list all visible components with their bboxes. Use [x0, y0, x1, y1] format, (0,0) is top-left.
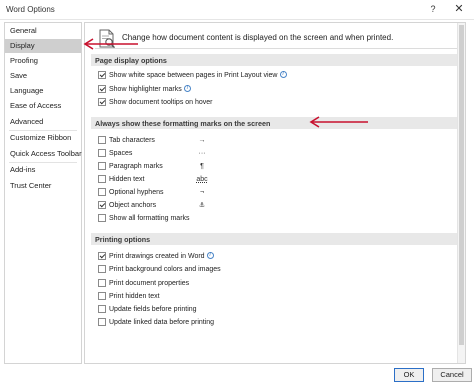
close-button[interactable]: ✕	[452, 2, 466, 16]
hidden-text-mark-icon: abc	[196, 176, 208, 183]
anchor-icon: ⚓	[198, 202, 206, 209]
ok-button[interactable]: OK	[394, 368, 424, 382]
section-header-page-display: Page display options	[91, 54, 459, 66]
checkbox[interactable]	[98, 98, 106, 106]
checkbox[interactable]	[98, 175, 106, 183]
checkbox[interactable]	[98, 318, 106, 326]
window-title: Word Options	[6, 5, 55, 14]
checkbox[interactable]	[98, 265, 106, 273]
content-panel: Change how document content is displayed…	[84, 22, 466, 364]
sidebar-item-add-ins[interactable]: Add-ins	[5, 163, 81, 177]
sidebar-item-language[interactable]: Language	[5, 84, 81, 98]
checkbox[interactable]	[98, 136, 106, 144]
checkbox[interactable]	[98, 188, 106, 196]
section-header-formatting-marks: Always show these formatting marks on th…	[91, 117, 459, 129]
option-label: Object anchors	[109, 202, 157, 209]
info-icon[interactable]: i	[183, 85, 191, 92]
checkbox[interactable]	[98, 149, 106, 157]
sidebar-item-save[interactable]: Save	[5, 69, 81, 83]
checkbox[interactable]	[98, 214, 106, 222]
sidebar-item-proofing[interactable]: Proofing	[5, 54, 81, 68]
option-label: Update linked data before printing	[109, 319, 215, 326]
vertical-scrollbar[interactable]	[457, 23, 465, 363]
option-label: Show all formatting marks	[109, 215, 190, 222]
option-label: Show highlighter marks	[109, 86, 182, 93]
page-description: Change how document content is displayed…	[122, 33, 394, 42]
checkbox[interactable]	[98, 201, 106, 209]
section-title: Always show these formatting marks on th…	[95, 119, 271, 128]
option-label: Print drawings created in Word	[109, 253, 205, 260]
option-label: Optional hyphens	[109, 189, 164, 196]
checkbox[interactable]	[98, 292, 106, 300]
option-label: Tab characters	[109, 137, 155, 144]
sidebar-item-general[interactable]: General	[5, 24, 81, 38]
info-icon[interactable]: i	[279, 71, 287, 78]
option-label: Print document properties	[109, 280, 190, 287]
help-button[interactable]: ?	[426, 2, 440, 16]
checkbox[interactable]	[98, 85, 106, 93]
option-label: Hidden text	[109, 176, 145, 183]
sidebar-item-trust-center[interactable]: Trust Center	[5, 179, 81, 193]
optional-hyphen-mark-icon: ¬	[199, 189, 205, 196]
info-icon[interactable]: i	[206, 252, 214, 259]
checkbox[interactable]	[98, 71, 106, 79]
option-label: Show white space between pages in Print …	[109, 72, 278, 79]
display-document-icon	[99, 29, 115, 49]
option-label: Print background colors and images	[109, 266, 221, 273]
sidebar-item-customize-ribbon[interactable]: Customize Ribbon	[5, 131, 81, 145]
title-bar: Word Options ? ✕	[0, 0, 474, 20]
checkbox[interactable]	[98, 252, 106, 260]
tab-mark-icon: →	[198, 137, 206, 144]
option-label: Spaces	[109, 150, 133, 157]
header-divider	[95, 48, 457, 49]
option-label: Paragraph marks	[109, 163, 163, 170]
cancel-button[interactable]: Cancel	[432, 368, 472, 382]
sidebar: General Display Proofing Save Language E…	[4, 22, 82, 364]
option-label: Print hidden text	[109, 293, 160, 300]
checkbox[interactable]	[98, 279, 106, 287]
section-title: Printing options	[95, 235, 151, 244]
checkbox[interactable]	[98, 305, 106, 313]
sidebar-item-advanced[interactable]: Advanced	[5, 115, 81, 129]
sidebar-item-quick-access-toolbar[interactable]: Quick Access Toolbar	[5, 147, 82, 161]
section-title: Page display options	[95, 56, 167, 65]
sidebar-item-ease-of-access[interactable]: Ease of Access	[5, 99, 81, 113]
scrollbar-thumb[interactable]	[459, 25, 464, 345]
sidebar-item-display[interactable]: Display	[5, 39, 81, 53]
option-label: Update fields before printing	[109, 306, 197, 313]
option-label: Show document tooltips on hover	[109, 99, 213, 106]
space-mark-icon: ···	[198, 150, 206, 157]
section-header-printing: Printing options	[91, 233, 459, 245]
checkbox[interactable]	[98, 162, 106, 170]
paragraph-mark-icon: ¶	[200, 163, 204, 170]
